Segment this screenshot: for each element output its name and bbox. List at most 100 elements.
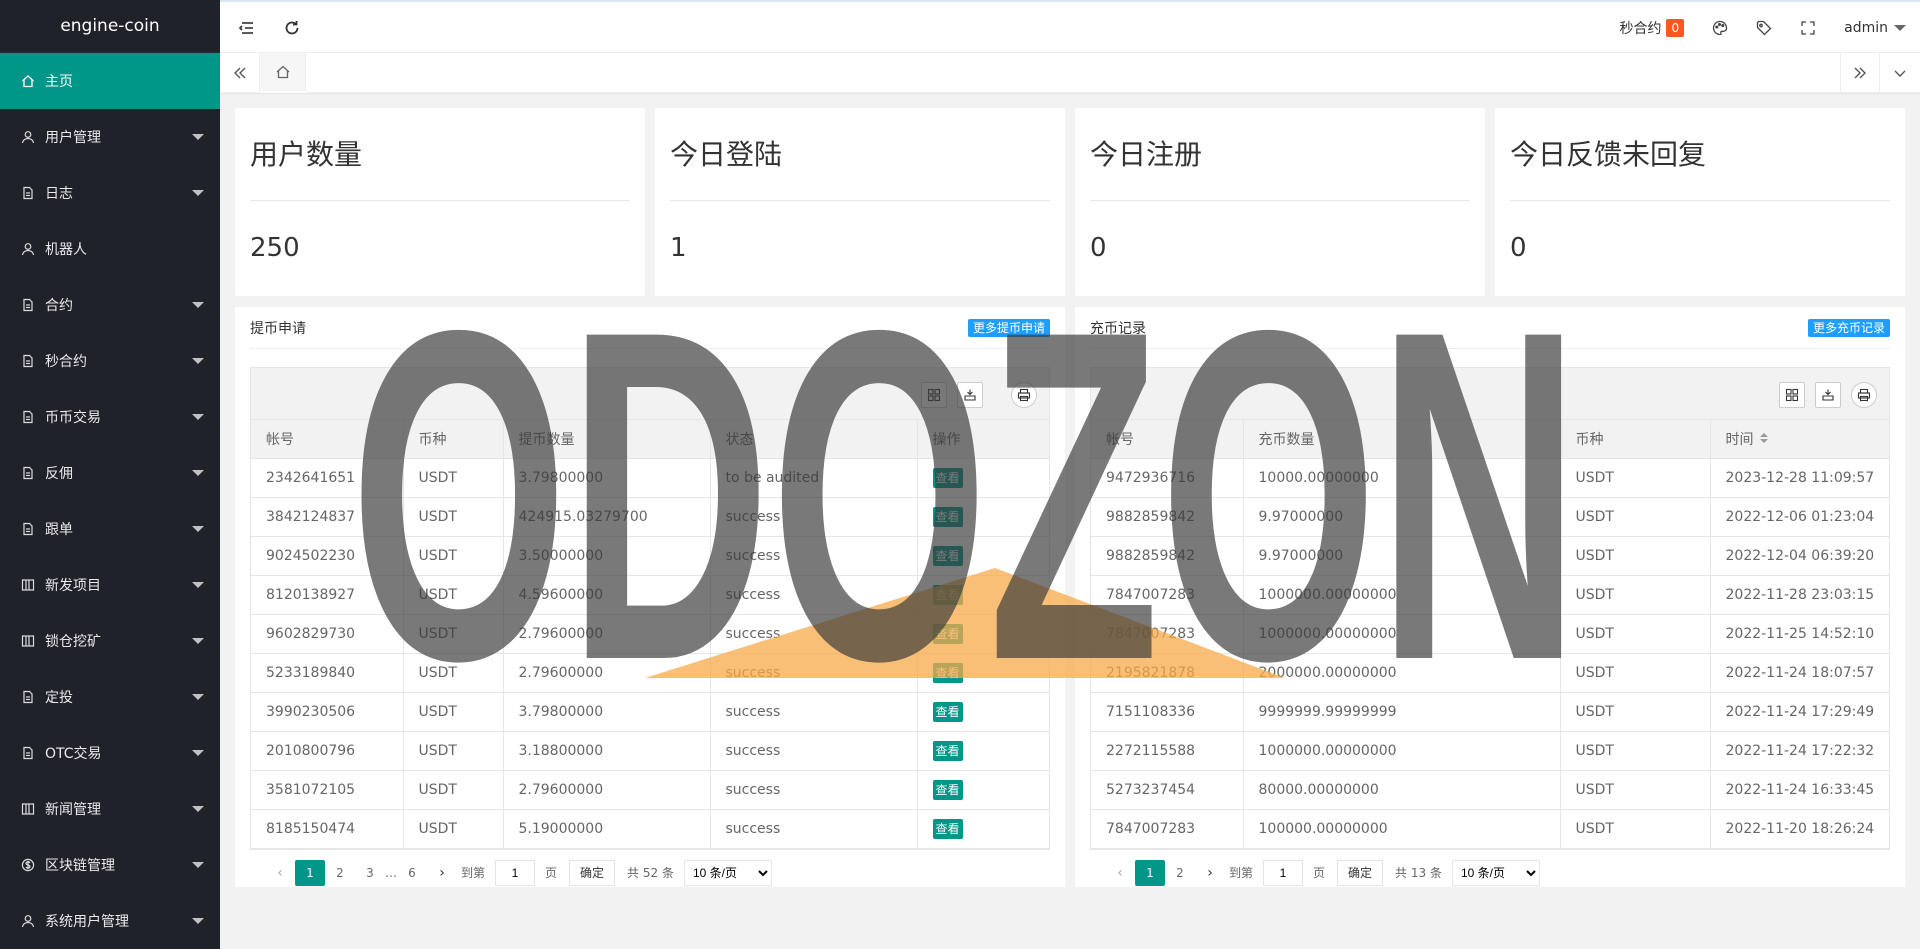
theme-icon[interactable] <box>1698 2 1742 53</box>
table-cell: 2022-12-06 01:23:04 <box>1710 497 1889 537</box>
sidebar-item-4[interactable]: 合约 <box>0 277 220 333</box>
tabs-scroll-left-icon[interactable] <box>220 53 260 93</box>
column-header[interactable]: 操作 <box>917 420 1049 459</box>
columns-filter-icon[interactable] <box>1779 382 1805 408</box>
table-cell: USDT <box>403 497 504 537</box>
table-toolbar <box>1091 368 1889 420</box>
column-header-label: 时间 <box>1725 431 1754 448</box>
sidebar-item-11[interactable]: 定投 <box>0 669 220 725</box>
view-button[interactable]: 查看 <box>932 545 963 566</box>
page-number[interactable]: 6 <box>397 860 427 886</box>
table-row: 9602829730 USDT 2.79600000 success 查看 <box>251 614 1049 654</box>
view-button[interactable]: 查看 <box>932 740 963 761</box>
print-icon[interactable] <box>1851 382 1877 408</box>
sort-icon[interactable] <box>1759 432 1769 448</box>
contract-badge: 0 <box>1666 18 1685 37</box>
per-page-select[interactable]: 10 条/页 <box>1451 859 1540 886</box>
tabs-scroll-right-icon[interactable] <box>1840 53 1880 93</box>
sidebar-item-2[interactable]: 日志 <box>0 165 220 221</box>
column-header[interactable]: 状态 <box>710 420 918 459</box>
sidebar-item-13[interactable]: 新闻管理 <box>0 781 220 837</box>
prev-page-icon[interactable]: ‹ <box>1105 865 1135 881</box>
more-withdraw-button[interactable]: 更多提币申请 <box>967 318 1050 337</box>
view-button[interactable]: 查看 <box>932 623 963 644</box>
sidebar-item-7[interactable]: 反佣 <box>0 445 220 501</box>
table-row: 9472936716 10000.00000000 USDT 2023-12-28 1… <box>1091 458 1889 498</box>
table-cell: 9.97000000 <box>1243 536 1561 576</box>
page-number[interactable]: 1 <box>295 859 325 886</box>
user-icon <box>20 129 36 145</box>
view-button[interactable]: 查看 <box>932 584 963 605</box>
chevron-down-icon <box>1894 24 1906 31</box>
action-cell: 查看 <box>917 536 1049 576</box>
app-icon <box>20 577 36 593</box>
user-icon <box>20 241 36 257</box>
withdraw-table-wrap: 帐号 币种 提币数量 状态 操作 2342641651 USDT 3.7980000… <box>250 367 1050 850</box>
column-header[interactable]: 币种 <box>403 420 504 459</box>
page-number[interactable]: 2 <box>325 860 355 886</box>
view-button[interactable]: 查看 <box>932 506 963 527</box>
column-header[interactable]: 帐号 <box>251 420 404 459</box>
export-icon[interactable] <box>1815 382 1841 408</box>
chevron-down-icon <box>192 414 204 420</box>
export-icon[interactable] <box>957 382 983 408</box>
sidebar-item-6[interactable]: 币币交易 <box>0 389 220 445</box>
contract-notice[interactable]: 秒合约 0 <box>1605 2 1698 53</box>
sidebar-item-9[interactable]: 新发项目 <box>0 557 220 613</box>
next-page-icon[interactable]: › <box>427 865 457 881</box>
view-button[interactable]: 查看 <box>932 779 963 800</box>
sidebar-item-label: 定投 <box>45 690 73 706</box>
table-row: 2342641651 USDT 3.79800000 to be audited 查看 <box>251 458 1049 498</box>
more-recharge-button[interactable]: 更多充币记录 <box>1807 318 1890 337</box>
next-page-icon[interactable]: › <box>1195 865 1225 881</box>
page-number[interactable]: 2 <box>1165 860 1195 886</box>
tag-icon[interactable] <box>1742 2 1786 53</box>
confirm-button[interactable]: 确定 <box>569 859 616 886</box>
view-button[interactable]: 查看 <box>932 662 963 683</box>
table-cell: 2.79600000 <box>503 614 711 654</box>
view-button[interactable]: 查看 <box>932 701 963 722</box>
per-page-select[interactable]: 10 条/页 <box>683 859 772 886</box>
chevron-down-icon <box>192 526 204 532</box>
prev-page-icon[interactable]: ‹ <box>265 865 295 881</box>
goto-page-input[interactable] <box>495 859 536 886</box>
sidebar-item-1[interactable]: 用户管理 <box>0 109 220 165</box>
sidebar-item-8[interactable]: 跟单 <box>0 501 220 557</box>
page-number[interactable]: 3 <box>355 860 385 886</box>
table-cell: 2272115588 <box>1091 731 1244 771</box>
view-button[interactable]: 查看 <box>932 467 963 488</box>
confirm-button[interactable]: 确定 <box>1337 859 1384 886</box>
table-row: 8185150474 USDT 5.19000000 success 查看 <box>251 809 1049 849</box>
tab-home[interactable] <box>260 53 306 93</box>
column-header[interactable]: 提币数量 <box>503 420 711 459</box>
column-header[interactable]: 帐号 <box>1091 420 1244 459</box>
header-actions: 秒合约 0 admin <box>1605 2 1920 53</box>
goto-page-input[interactable] <box>1263 859 1304 886</box>
sidebar-item-5[interactable]: 秒合约 <box>0 333 220 389</box>
refresh-icon[interactable] <box>272 2 312 53</box>
tabs-menu-icon[interactable] <box>1880 53 1920 93</box>
sidebar-item-3[interactable]: 机器人 <box>0 221 220 277</box>
page-number[interactable]: 1 <box>1135 859 1165 886</box>
sidebar-item-0[interactable]: 主页 <box>0 53 220 109</box>
column-header[interactable]: 币种 <box>1560 420 1711 459</box>
sidebar-item-14[interactable]: 区块链管理 <box>0 837 220 893</box>
table-cell: 9602829730 <box>251 614 404 654</box>
fullscreen-icon[interactable] <box>1786 2 1830 53</box>
print-icon[interactable] <box>1011 382 1037 408</box>
menu-toggle-icon[interactable] <box>226 2 266 53</box>
file-icon <box>20 185 36 201</box>
sidebar-item-label: 用户管理 <box>45 130 101 146</box>
sidebar-item-10[interactable]: 锁仓挖矿 <box>0 613 220 669</box>
withdraw-pagination: ‹123…6› 到第 页确定共 52 条 10 条/页 <box>250 850 1050 896</box>
sidebar-item-15[interactable]: 系统用户管理 <box>0 893 220 949</box>
column-header[interactable]: 时间 <box>1710 420 1889 459</box>
columns-filter-icon[interactable] <box>921 382 947 408</box>
sidebar-item-12[interactable]: OTC交易 <box>0 725 220 781</box>
table-cell: 1000000.00000000 <box>1243 731 1561 771</box>
view-button[interactable]: 查看 <box>932 818 963 839</box>
app-logo[interactable]: engine-coin <box>0 0 220 53</box>
admin-menu[interactable]: admin <box>1830 2 1920 53</box>
table-row: 3581072105 USDT 2.79600000 success 查看 <box>251 770 1049 810</box>
column-header[interactable]: 充币数量 <box>1243 420 1561 459</box>
